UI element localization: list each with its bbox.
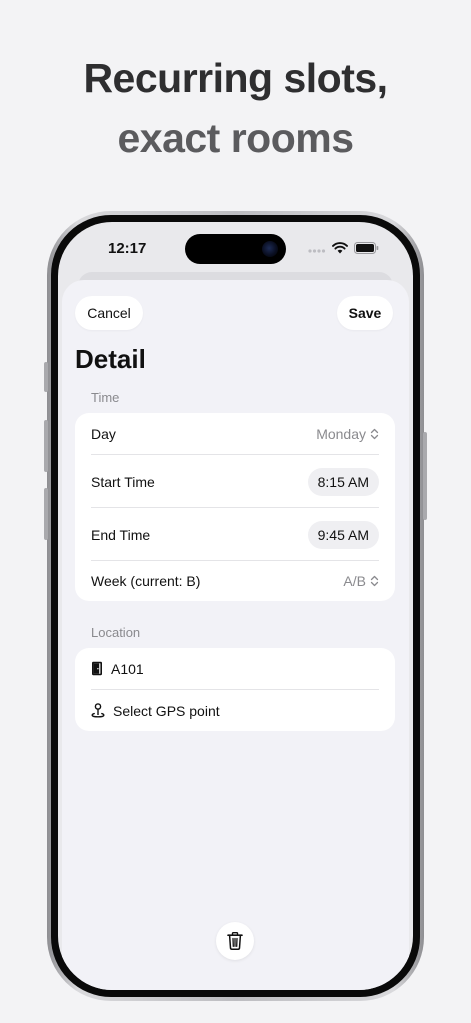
day-label: Day bbox=[91, 426, 116, 442]
cancel-button[interactable]: Cancel bbox=[75, 296, 143, 330]
battery-icon bbox=[354, 242, 379, 254]
time-card: Day Monday Start Time 8:15 AM End Time 9… bbox=[75, 413, 395, 601]
chevron-up-down-icon bbox=[370, 575, 379, 587]
headline: Recurring slots, exact rooms bbox=[0, 48, 471, 168]
action-button bbox=[44, 362, 48, 392]
start-time-row: Start Time 8:15 AM bbox=[91, 455, 379, 508]
wifi-icon bbox=[332, 242, 348, 254]
time-section-label: Time bbox=[91, 390, 120, 405]
room-content: A101 bbox=[91, 661, 144, 677]
status-time: 12:17 bbox=[108, 240, 147, 257]
day-value: Monday bbox=[316, 426, 366, 442]
page-title: Detail bbox=[75, 344, 146, 374]
pin-icon bbox=[91, 702, 105, 718]
room-value: A101 bbox=[111, 660, 144, 677]
end-time-label: End Time bbox=[91, 526, 151, 543]
day-picker[interactable]: Monday bbox=[316, 426, 379, 442]
week-value: A/B bbox=[343, 573, 366, 589]
phone-screen: 12:17 Cancel Save Detail Time Day Monday… bbox=[58, 222, 413, 990]
start-time-picker[interactable]: 8:15 AM bbox=[307, 467, 379, 496]
location-card: A101 Select GPS point bbox=[75, 648, 395, 731]
start-time-label: Start Time bbox=[91, 473, 155, 490]
chevron-up-down-icon bbox=[370, 428, 379, 440]
save-button[interactable]: Save bbox=[337, 296, 393, 330]
week-picker[interactable]: A/B bbox=[343, 573, 379, 589]
camera-icon bbox=[262, 241, 278, 257]
volume-up-button bbox=[44, 420, 48, 472]
week-row[interactable]: Week (current: B) A/B bbox=[91, 561, 379, 601]
detail-sheet: Cancel Save Detail Time Day Monday Start… bbox=[62, 280, 409, 990]
volume-down-button bbox=[44, 488, 48, 540]
week-label: Week (current: B) bbox=[91, 573, 201, 589]
headline-line-1: Recurring slots, bbox=[83, 55, 388, 101]
power-button bbox=[423, 432, 427, 520]
trash-icon bbox=[227, 932, 243, 950]
door-icon bbox=[92, 661, 102, 676]
end-time-row: End Time 9:45 AM bbox=[91, 508, 379, 561]
room-row[interactable]: A101 bbox=[91, 648, 379, 689]
signal-icon bbox=[308, 249, 326, 253]
delete-button[interactable] bbox=[216, 922, 254, 960]
headline-line-2: exact rooms bbox=[117, 115, 354, 161]
location-section-label: Location bbox=[91, 625, 141, 640]
gps-row[interactable]: Select GPS point bbox=[91, 690, 379, 731]
dynamic-island bbox=[185, 234, 286, 264]
gps-content: Select GPS point bbox=[91, 703, 220, 719]
gps-label: Select GPS point bbox=[113, 702, 220, 719]
status-icons bbox=[308, 241, 379, 255]
end-time-picker[interactable]: 9:45 AM bbox=[307, 520, 379, 549]
day-row[interactable]: Day Monday bbox=[91, 413, 379, 455]
